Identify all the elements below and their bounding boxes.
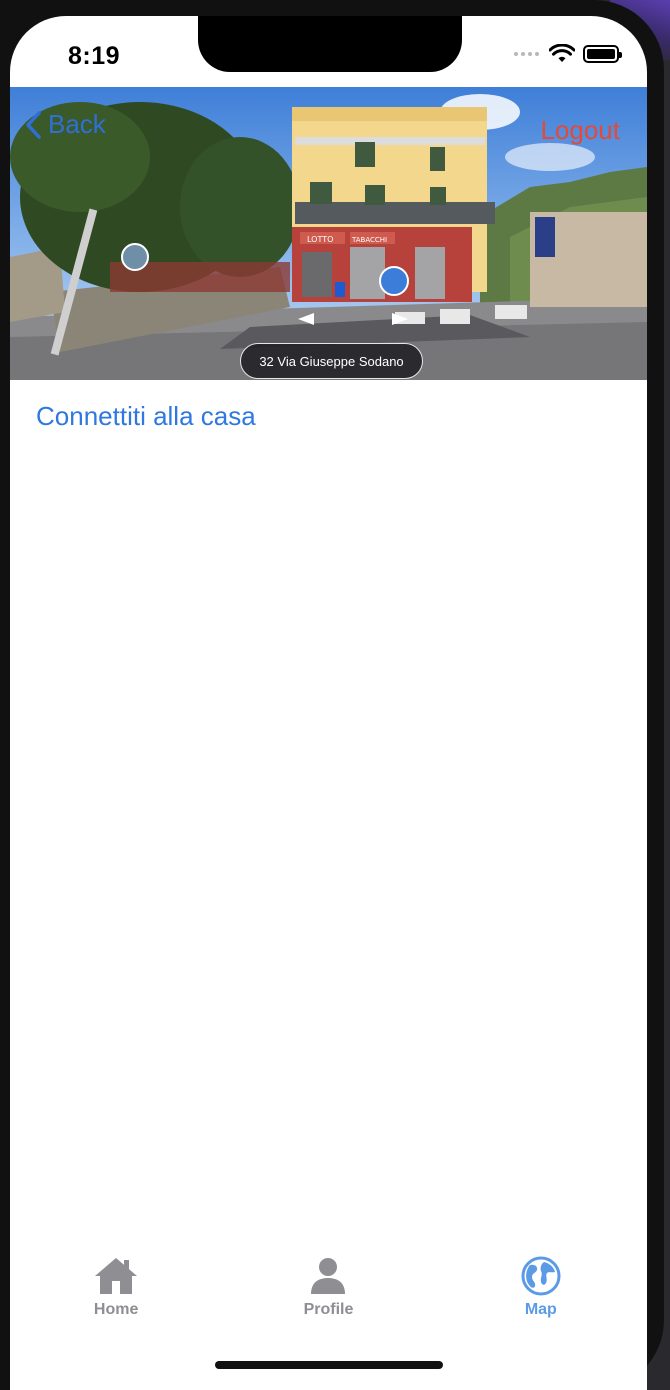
- connect-to-house-link[interactable]: Connettiti alla casa: [36, 401, 256, 432]
- signal-dots-icon: [514, 52, 539, 56]
- streetview-place-marker[interactable]: [121, 243, 149, 271]
- back-label: Back: [48, 109, 106, 139]
- street-view-panorama[interactable]: LOTTO TABACCHI Back Logout 32 Via Giusep…: [10, 87, 647, 380]
- tab-map[interactable]: Map: [466, 1256, 616, 1319]
- tab-profile[interactable]: Profile: [253, 1256, 403, 1319]
- house-icon: [95, 1258, 138, 1294]
- tab-map-label: Map: [524, 1301, 557, 1318]
- wifi-icon: [549, 44, 575, 62]
- chevron-left-icon: [26, 110, 41, 139]
- shop-sign-tabacchi: TABACCHI: [351, 236, 387, 244]
- back-button[interactable]: Back: [24, 109, 106, 140]
- status-icons: [514, 44, 622, 64]
- status-time: 8:19: [68, 42, 121, 70]
- person-icon: [311, 1258, 346, 1294]
- tab-bar: Home Profile Map: [10, 1256, 647, 1356]
- streetview-shop-marker[interactable]: [379, 266, 409, 296]
- tab-profile-label: Profile: [303, 1301, 354, 1318]
- notch: [198, 16, 462, 72]
- screen: 8:19 LOTTO TABACCHI Back Logout 32 Via G…: [10, 16, 647, 1390]
- logout-button[interactable]: Logout: [540, 115, 620, 146]
- tab-home-label: Home: [93, 1301, 139, 1318]
- home-indicator[interactable]: [215, 1361, 443, 1369]
- globe-icon: [521, 1256, 561, 1296]
- shop-sign-lotto: LOTTO: [307, 235, 333, 244]
- tab-home[interactable]: Home: [41, 1256, 191, 1319]
- address-badge: 32 Via Giuseppe Sodano: [240, 343, 423, 379]
- phone-frame: 8:19 LOTTO TABACCHI Back Logout 32 Via G…: [0, 0, 664, 1390]
- battery-icon: [583, 45, 622, 63]
